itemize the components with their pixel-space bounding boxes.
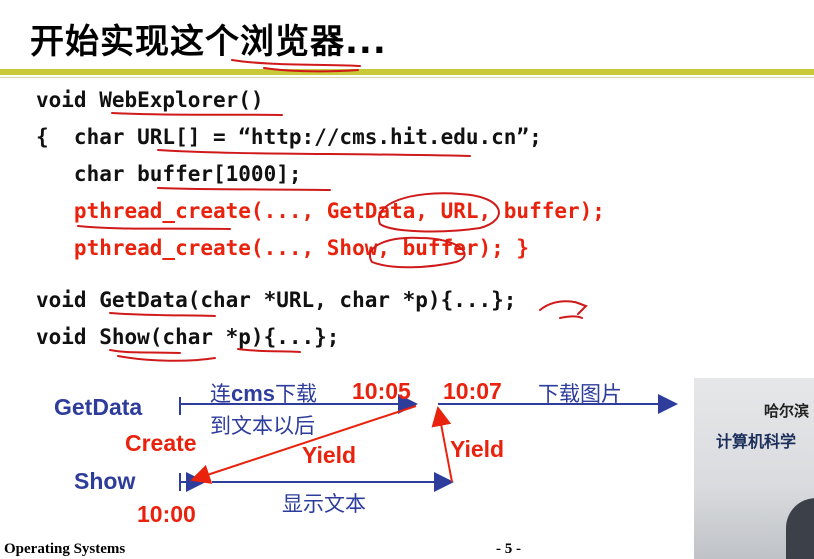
lecturer-video-inset: 哈尔滨 计算机科学: [694, 378, 814, 559]
to-text-after-text: 到文本以后: [210, 414, 315, 438]
create-label: Create: [125, 430, 197, 456]
code-line-5: pthread_create(..., Show, buffer); }: [36, 236, 530, 260]
code-line-3: char buffer[1000];: [36, 162, 302, 186]
yield-label-1: Yield: [302, 442, 357, 468]
time-1005: 10:05: [352, 378, 411, 404]
cms-download-text: 连cms下载: [210, 381, 318, 406]
code-line-7: void Show(char *p){...};: [36, 325, 340, 349]
code-line-6: void GetData(char *URL, char *p){...};: [36, 288, 517, 312]
show-label: Show: [74, 468, 136, 494]
yield-label-2: Yield: [450, 436, 505, 462]
title-underline-rule: [0, 69, 814, 75]
getdata-label: GetData: [54, 394, 143, 420]
time-1007: 10:07: [443, 378, 502, 404]
footer-page-number: - 5 -: [496, 541, 521, 557]
show-text-label: 显示文本: [282, 492, 366, 516]
wall-sign-line1: 哈尔滨: [764, 402, 810, 420]
time-1000: 10:00: [137, 501, 196, 527]
code-line-1: void WebExplorer(): [36, 88, 264, 112]
download-images-text: 下载图片: [538, 382, 622, 406]
wall-sign-line2: 计算机科学: [716, 432, 797, 451]
code-line-2: { char URL[] = “http://cms.hit.edu.cn”;: [36, 125, 542, 149]
footer-course-name: Operating Systems: [4, 541, 126, 557]
code-line-4: pthread_create(..., GetData, URL, buffer…: [36, 199, 605, 223]
slide-title: 开始实现这个浏览器...: [30, 22, 387, 62]
title-underline-rule-thin: [0, 77, 814, 78]
